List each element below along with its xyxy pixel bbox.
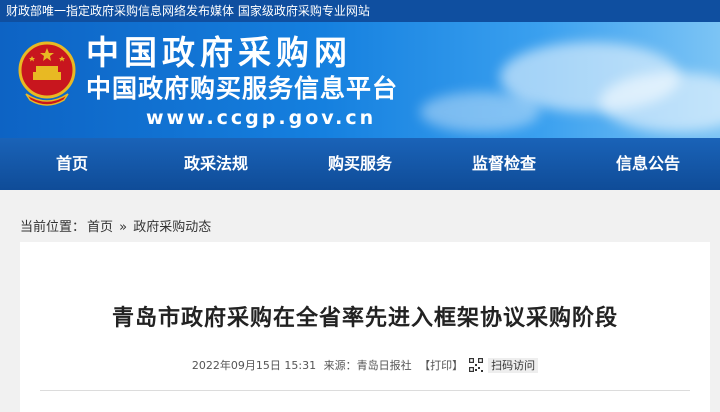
top-info-bar: 财政部唯一指定政府采购信息网络发布媒体 国家级政府采购专业网站: [0, 0, 720, 22]
nav-item-regulations[interactable]: 政采法规: [144, 138, 288, 190]
breadcrumb: 当前位置： 首页 » 政府采购动态: [20, 216, 213, 235]
article-card: 青岛市政府采购在全省率先进入框架协议采购阶段 2022年09月15日 15:31…: [20, 242, 710, 412]
nav-item-purchase-services[interactable]: 购买服务: [288, 138, 432, 190]
nav-item-supervision[interactable]: 监督检查: [432, 138, 576, 190]
article-datetime: 2022年09月15日 15:31: [191, 359, 317, 372]
meta-divider: [40, 390, 690, 391]
national-emblem-icon: [18, 41, 76, 106]
top-info-text: 财政部唯一指定政府采购信息网络发布媒体 国家级政府采购专业网站: [6, 4, 370, 18]
breadcrumb-home-link[interactable]: 首页: [87, 220, 113, 235]
article-title: 青岛市政府采购在全省率先进入框架协议采购阶段: [111, 306, 618, 331]
main-nav: 首页 政采法规 购买服务 监督检查 信息公告: [0, 138, 720, 190]
site-url: www.ccgp.gov.cn: [146, 107, 377, 129]
cloud-decoration: [420, 92, 540, 132]
article-meta: 2022年09月15日 15:31 来源：青岛日报社 【打印】 扫码访问: [20, 357, 710, 373]
nav-item-home[interactable]: 首页: [0, 138, 144, 190]
breadcrumb-section-link[interactable]: 政府采购动态: [133, 220, 211, 235]
site-title: 中国政府采购网: [86, 33, 352, 72]
qr-code-icon[interactable]: [469, 358, 484, 372]
article-source: 来源：青岛日报社: [323, 359, 412, 372]
breadcrumb-separator: »: [119, 220, 128, 235]
nav-item-announcements[interactable]: 信息公告: [576, 138, 720, 190]
site-subtitle: 中国政府购买服务信息平台: [86, 74, 399, 103]
print-link[interactable]: 【打印】: [419, 359, 463, 372]
breadcrumb-label: 当前位置：: [20, 220, 86, 235]
scan-to-visit-button[interactable]: 扫码访问: [488, 358, 539, 373]
site-banner: 中国政府采购网 中国政府购买服务信息平台 www.ccgp.gov.cn: [0, 22, 720, 138]
